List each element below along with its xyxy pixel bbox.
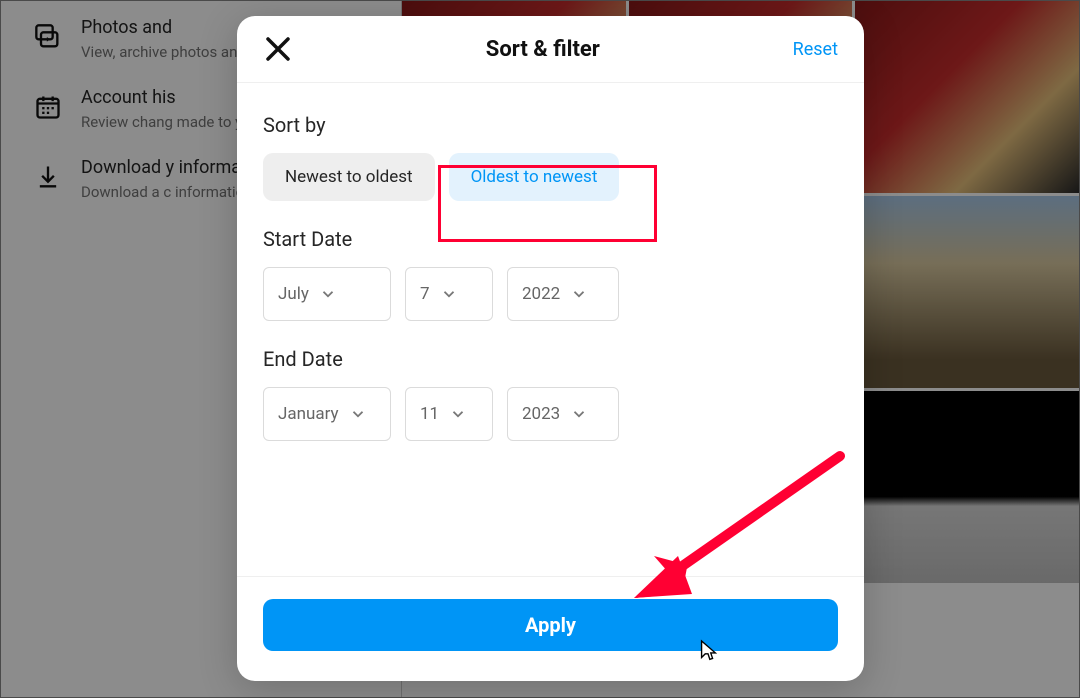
- end-date-label: End Date: [263, 347, 838, 371]
- sort-oldest-button[interactable]: Oldest to newest: [449, 153, 620, 201]
- sort-newest-button[interactable]: Newest to oldest: [263, 153, 435, 201]
- close-icon: [263, 34, 293, 64]
- sort-by-label: Sort by: [263, 113, 838, 137]
- dropdown-value: 11: [420, 404, 439, 424]
- end-month-dropdown[interactable]: January: [263, 387, 391, 441]
- start-year-dropdown[interactable]: 2022: [507, 267, 619, 321]
- apply-button[interactable]: Apply: [263, 599, 838, 651]
- dropdown-value: January: [278, 404, 339, 424]
- chevron-down-icon: [570, 285, 588, 303]
- dropdown-value: July: [278, 284, 309, 304]
- chevron-down-icon: [570, 405, 588, 423]
- chevron-down-icon: [319, 285, 337, 303]
- close-button[interactable]: [263, 34, 293, 64]
- start-day-dropdown[interactable]: 7: [405, 267, 493, 321]
- start-date-label: Start Date: [263, 227, 838, 251]
- end-day-dropdown[interactable]: 11: [405, 387, 493, 441]
- chevron-down-icon: [349, 405, 367, 423]
- end-year-dropdown[interactable]: 2023: [507, 387, 619, 441]
- dropdown-value: 2022: [522, 284, 560, 304]
- start-month-dropdown[interactable]: July: [263, 267, 391, 321]
- reset-link[interactable]: Reset: [793, 39, 838, 60]
- sort-filter-modal: Sort & filter Reset Sort by Newest to ol…: [237, 16, 864, 681]
- modal-title: Sort & filter: [486, 37, 600, 62]
- dropdown-value: 2023: [522, 404, 560, 424]
- dropdown-value: 7: [420, 284, 430, 304]
- chevron-down-icon: [440, 285, 458, 303]
- chevron-down-icon: [449, 405, 467, 423]
